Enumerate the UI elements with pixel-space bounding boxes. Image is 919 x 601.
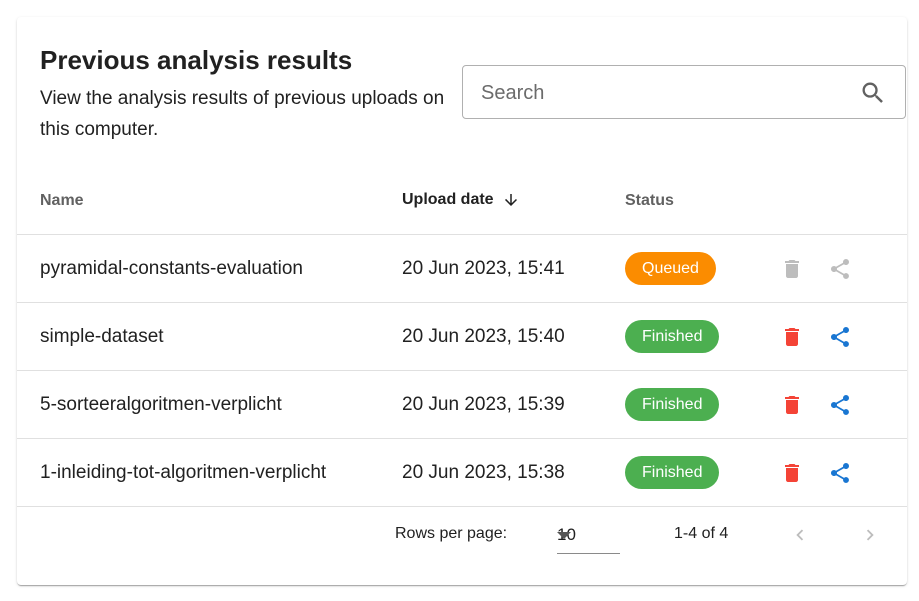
status-badge: Finished <box>625 388 720 421</box>
chevron-left-icon[interactable] <box>789 523 811 547</box>
cell-status: Finished <box>625 370 780 439</box>
cell-actions <box>780 438 907 507</box>
trash-icon[interactable] <box>780 392 804 418</box>
cell-upload-date: 20 Jun 2023, 15:40 <box>402 302 625 371</box>
trash-icon[interactable] <box>780 460 804 486</box>
page-subtitle: View the analysis results of previous up… <box>40 88 445 140</box>
search-icon[interactable] <box>859 79 887 107</box>
table-row[interactable]: simple-dataset 20 Jun 2023, 15:40 Finished <box>17 302 907 371</box>
cell-name: pyramidal-constants-evaluation <box>17 234 402 303</box>
trash-icon[interactable] <box>780 256 804 282</box>
column-header-upload-date[interactable]: Upload date <box>402 167 625 235</box>
trash-icon[interactable] <box>780 324 804 350</box>
results-table: Name Upload date Status pyramidal-consta… <box>17 167 907 507</box>
column-header-name-label: Name <box>40 191 84 209</box>
cell-status: Queued <box>625 234 780 303</box>
status-badge: Finished <box>625 320 720 353</box>
share-icon[interactable] <box>828 392 852 418</box>
arrow-down-icon[interactable] <box>502 191 520 209</box>
cell-status: Finished <box>625 302 780 371</box>
pagination: Rows per page: 10 1-4 of 4 <box>17 505 907 585</box>
rows-per-page-select[interactable]: 10 <box>557 519 620 554</box>
search-input[interactable] <box>479 66 853 120</box>
column-header-actions <box>780 167 907 235</box>
cell-actions <box>780 302 907 371</box>
cell-actions <box>780 370 907 439</box>
status-badge: Finished <box>625 456 720 489</box>
page-title: Previous analysis results <box>40 45 353 75</box>
cell-name: simple-dataset <box>17 302 402 371</box>
pagination-range: 1-4 of 4 <box>674 525 729 542</box>
share-icon[interactable] <box>828 324 852 350</box>
cell-actions <box>780 234 907 303</box>
table-row[interactable]: 1-inleiding-tot-algoritmen-verplicht 20 J… <box>17 438 907 507</box>
cell-status: Finished <box>625 438 780 507</box>
column-header-status[interactable]: Status <box>625 167 780 235</box>
column-header-upload-date-label: Upload date <box>402 191 494 209</box>
rows-per-page-label: Rows per page: <box>395 525 508 542</box>
cell-name: 1-inleiding-tot-algoritmen-verplicht <box>17 438 402 507</box>
cell-upload-date: 20 Jun 2023, 15:38 <box>402 438 625 507</box>
chevron-right-icon[interactable] <box>859 523 881 547</box>
table-header-row: Name Upload date Status <box>17 167 907 235</box>
column-header-status-label: Status <box>625 191 674 209</box>
share-icon[interactable] <box>828 460 852 486</box>
table-row[interactable]: 5-sorteeralgoritmen-verplicht 20 Jun 2023… <box>17 370 907 439</box>
results-card: Previous analysis results View the analy… <box>17 17 907 585</box>
table-row[interactable]: pyramidal-constants-evaluation 20 Jun 202… <box>17 234 907 303</box>
share-icon[interactable] <box>828 256 852 282</box>
column-header-name[interactable]: Name <box>17 167 402 235</box>
status-badge: Queued <box>625 252 716 285</box>
cell-upload-date: 20 Jun 2023, 15:41 <box>402 234 625 303</box>
cell-upload-date: 20 Jun 2023, 15:39 <box>402 370 625 439</box>
caret-down-icon <box>557 532 571 539</box>
cell-name: 5-sorteeralgoritmen-verplicht <box>17 370 402 439</box>
search-box[interactable] <box>462 65 906 120</box>
